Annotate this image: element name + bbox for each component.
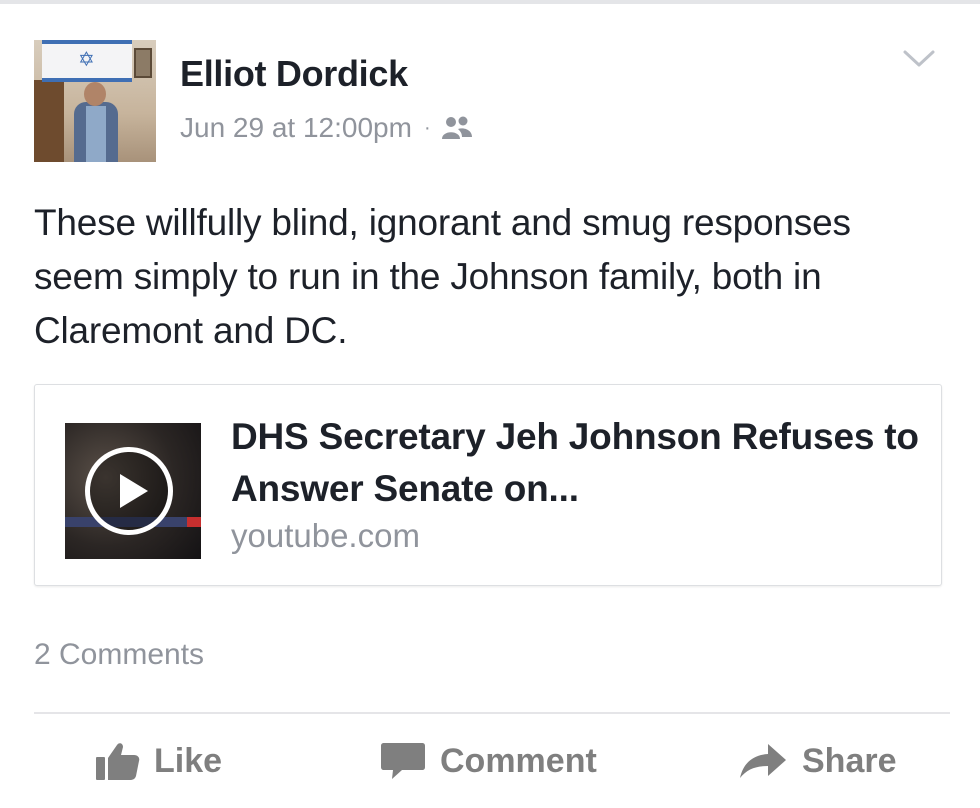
thumbnail-red-mark bbox=[187, 517, 201, 527]
link-preview-card[interactable]: DHS Secretary Jeh Johnson Refuses to Ans… bbox=[34, 384, 942, 586]
like-label: Like bbox=[154, 741, 223, 780]
avatar-door bbox=[34, 80, 64, 162]
avatar-person-head bbox=[84, 82, 106, 106]
top-border bbox=[0, 0, 980, 4]
post-author[interactable]: Elliot Dordick bbox=[180, 53, 408, 95]
comment-icon bbox=[381, 743, 425, 779]
avatar[interactable]: ✡ bbox=[34, 40, 156, 162]
comments-count[interactable]: 2 Comments bbox=[34, 638, 204, 672]
comment-label: Comment bbox=[440, 741, 597, 780]
star-icon: ✡ bbox=[78, 49, 95, 71]
meta-separator: · bbox=[423, 116, 431, 139]
like-button[interactable]: Like bbox=[96, 736, 222, 786]
link-title[interactable]: DHS Secretary Jeh Johnson Refuses to Ans… bbox=[231, 411, 921, 515]
link-domain: youtube.com bbox=[231, 517, 420, 554]
thumbs-up-icon bbox=[96, 743, 140, 780]
divider bbox=[34, 712, 950, 714]
post-meta: Jun 29 at 12:00pm · bbox=[180, 110, 473, 146]
play-triangle bbox=[120, 474, 148, 508]
chevron-down-icon[interactable] bbox=[902, 48, 936, 70]
avatar-person-vest bbox=[86, 106, 106, 162]
post-timestamp[interactable]: Jun 29 at 12:00pm bbox=[180, 112, 412, 144]
share-label: Share bbox=[802, 741, 897, 780]
avatar-flag: ✡ bbox=[42, 40, 132, 82]
link-thumbnail[interactable] bbox=[65, 423, 201, 559]
avatar-frame bbox=[134, 48, 152, 78]
comment-button[interactable]: Comment bbox=[380, 736, 597, 786]
share-arrow-icon bbox=[740, 744, 786, 778]
share-button[interactable]: Share bbox=[738, 736, 897, 786]
friends-icon[interactable] bbox=[441, 115, 473, 141]
post-text: These willfully blind, ignorant and smug… bbox=[34, 202, 851, 351]
play-icon[interactable] bbox=[85, 447, 173, 535]
